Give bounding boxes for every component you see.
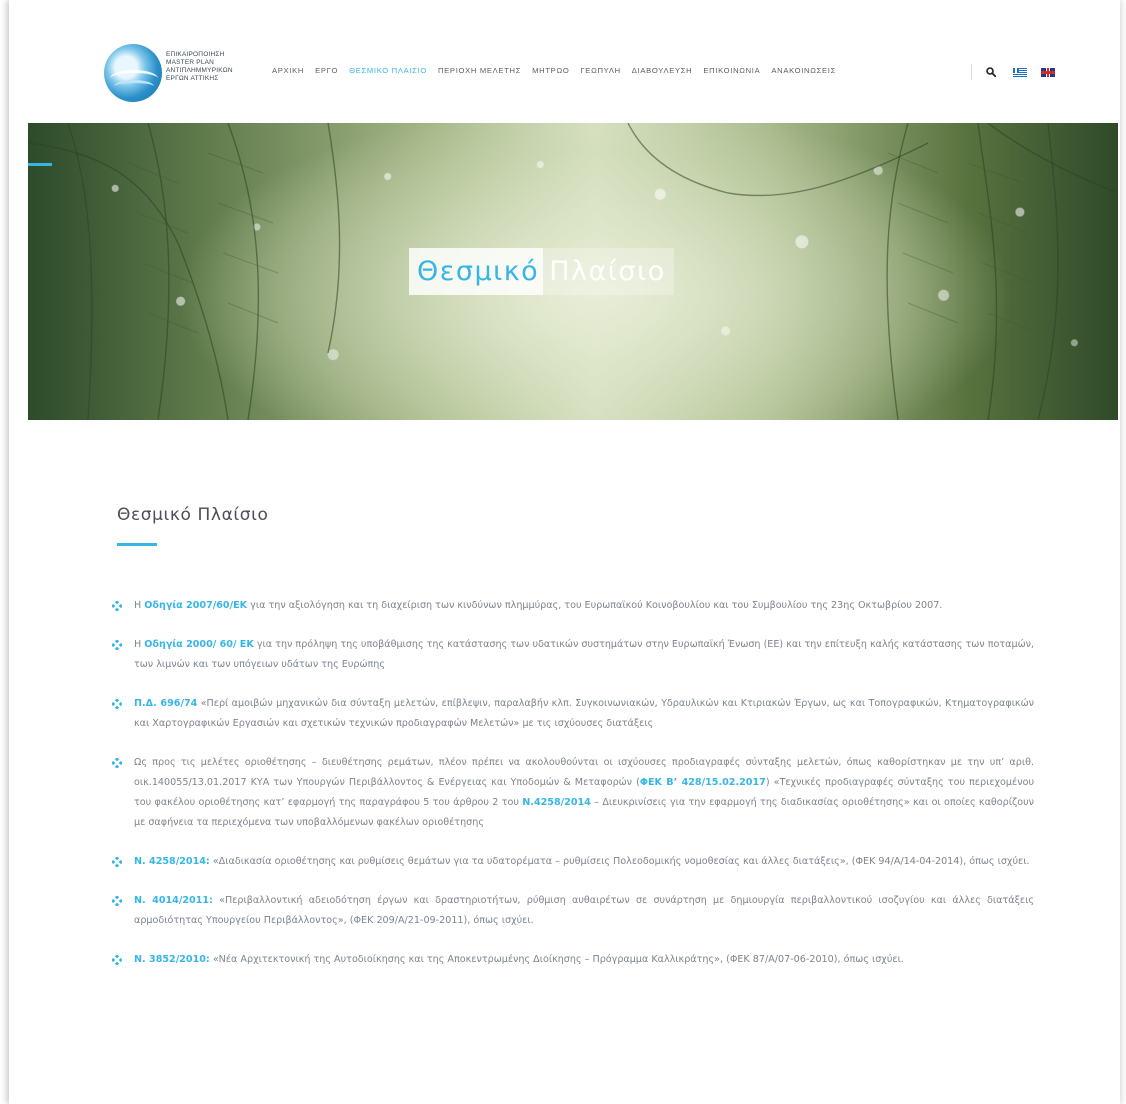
legal-item-text: Η (134, 600, 145, 611)
legal-item-text: «Περιβαλλοντική αδειοδότηση έργων και δρ… (134, 895, 1034, 926)
nav-item-legal-framework[interactable]: ΘΕΣΜΙΚΟ ΠΛΑΙΣΙΟ (349, 66, 427, 75)
legal-item-text: «Διαδικασία οριοθέτησης και ρυθμίσεις θε… (209, 856, 1030, 867)
legal-reference-link[interactable]: ΦΕΚ Β’ 428/15.02.2017 (640, 777, 766, 788)
logo-line: MASTER PLAN (166, 59, 215, 66)
logo-line: ΕΡΓΩΝ ΑΤΤΙΚΗΣ (166, 75, 219, 82)
diamond-bullet-icon (112, 955, 122, 965)
legal-reference-link[interactable]: Οδηγία 2007/60/ΕΚ (144, 600, 247, 611)
hero-title-part1: Θεσμικό (409, 248, 544, 295)
legal-item-text: «Περί αμοιβών μηχανικών δια σύνταξη μελε… (134, 698, 1034, 729)
search-icon[interactable] (986, 67, 996, 77)
section-underline (117, 543, 157, 546)
header-divider (971, 64, 972, 80)
legal-reference-link[interactable]: Π.Δ. 696/74 (134, 698, 197, 709)
legal-list-item: Ν. 4258/2014: «Διαδικασία οριοθέτησης κα… (112, 852, 1034, 872)
legal-list-item: Ν. 4014/2011: «Περιβαλλοντική αδειοδότησ… (112, 891, 1034, 931)
logo-icon[interactable] (104, 44, 162, 102)
legal-list-item: Η Οδηγία 2000/ 60/ ΕΚ για την πρόληψη τη… (112, 635, 1034, 675)
legal-reference-link[interactable]: Ν. 4014/2011: (134, 895, 213, 906)
main-nav: ΑΡΧΙΚΗ ΕΡΓΟ ΘΕΣΜΙΚΟ ΠΛΑΙΣΙΟ ΠΕΡΙΟΧΗ ΜΕΛΕ… (272, 66, 847, 75)
logo-line: ΕΠΙΚΑΙΡΟΠΟΙΗΣΗ (166, 51, 225, 58)
diamond-bullet-icon (112, 699, 122, 709)
nav-item-home[interactable]: ΑΡΧΙΚΗ (272, 66, 304, 75)
diamond-bullet-icon (112, 758, 122, 768)
legal-item-text: Η (134, 639, 145, 650)
legal-reference-link[interactable]: Ν.4258/2014 (522, 797, 591, 808)
nav-item-registry[interactable]: ΜΗΤΡΩΟ (532, 66, 569, 75)
legal-framework-list: Η Οδηγία 2007/60/ΕΚ για την αξιολόγηση κ… (112, 596, 1034, 989)
legal-reference-link[interactable]: Ν. 3852/2010: (134, 954, 210, 965)
logo-text[interactable]: ΕΠΙΚΑΙΡΟΠΟΙΗΣΗ MASTER PLAN ΑΝΤΙΠΛΗΜΜΥΡΙΚ… (166, 51, 248, 83)
legal-reference-link[interactable]: Ν. 4258/2014: (134, 856, 210, 867)
nav-item-announcements[interactable]: ΑΝΑΚΟΙΝΩΣΕΙΣ (771, 66, 836, 75)
uk-flag-icon[interactable] (1041, 68, 1055, 77)
greek-flag-icon[interactable] (1013, 68, 1027, 77)
hero-accent-bar (28, 163, 52, 166)
diamond-bullet-icon (112, 640, 122, 650)
diamond-bullet-icon (112, 896, 122, 906)
legal-reference-link[interactable]: Οδηγία 2000/ 60/ ΕΚ (144, 639, 254, 650)
diamond-bullet-icon (112, 601, 122, 611)
logo-line: ΑΝΤΙΠΛΗΜΜΥΡΙΚΩΝ (166, 67, 233, 74)
hero-title-part2: Πλαίσιο (543, 248, 674, 295)
site-header: ΕΠΙΚΑΙΡΟΠΟΙΗΣΗ MASTER PLAN ΑΝΤΙΠΛΗΜΜΥΡΙΚ… (0, 0, 1126, 124)
diamond-bullet-icon (112, 857, 122, 867)
nav-item-study-area[interactable]: ΠΕΡΙΟΧΗ ΜΕΛΕΤΗΣ (438, 66, 521, 75)
legal-item-text: για την πρόληψη της υποβάθμισης της κατά… (134, 639, 1035, 670)
nav-item-contact[interactable]: ΕΠΙΚΟΙΝΩΝΙΑ (703, 66, 760, 75)
legal-list-item: Η Οδηγία 2007/60/ΕΚ για την αξιολόγηση κ… (112, 596, 1034, 616)
nav-item-geoportal[interactable]: ΓΕΩΠΥΛΗ (580, 66, 620, 75)
legal-item-text: «Νέα Αρχιτεκτονική της Αυτοδιοίκησης και… (209, 954, 904, 965)
legal-list-item: Π.Δ. 696/74 «Περί αμοιβών μηχανικών δια … (112, 694, 1034, 734)
hero-title: Θεσμικό Πλαίσιο (409, 248, 674, 295)
legal-list-item: Ως προς τις μελέτες οριοθέτησης – διευθέ… (112, 753, 1034, 833)
legal-list-item: Ν. 3852/2010: «Νέα Αρχιτεκτονική της Αυτ… (112, 950, 1034, 970)
legal-item-text: για την αξιολόγηση και τη διαχείριση των… (247, 600, 943, 611)
nav-item-project[interactable]: ΕΡΓΟ (315, 66, 338, 75)
section-title: Θεσμικό Πλαίσιο (117, 505, 269, 525)
nav-item-consultation[interactable]: ΔΙΑΒΟΥΛΕΥΣΗ (632, 66, 693, 75)
